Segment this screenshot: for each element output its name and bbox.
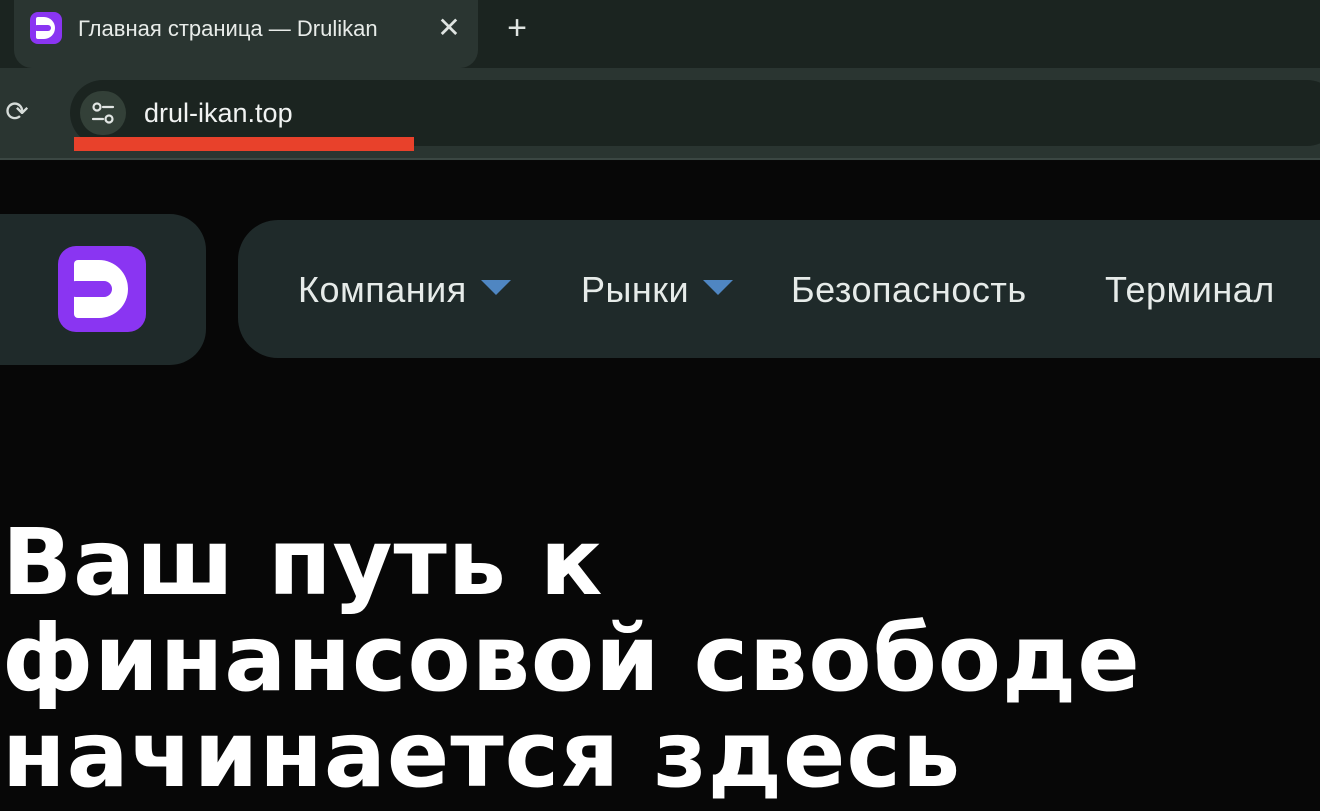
caret-down-icon bbox=[480, 280, 511, 295]
web-page: Компания Рынки Безопасность Терминал Ваш… bbox=[0, 161, 1320, 811]
new-tab-button[interactable]: + bbox=[498, 10, 536, 48]
browser-tab[interactable]: Главная страница — Drulikan ✕ bbox=[14, 0, 478, 68]
caret-down-icon bbox=[703, 280, 734, 295]
nav-item-security[interactable]: Безопасность bbox=[791, 268, 1027, 312]
reload-icon[interactable]: ⟳ bbox=[2, 97, 32, 127]
tune-icon bbox=[91, 102, 115, 124]
nav-item-label: Компания bbox=[298, 269, 467, 310]
hero-line: финансовой свободе bbox=[2, 605, 1141, 712]
hero-line: начинается здесь bbox=[2, 701, 962, 808]
hero-heading: Ваш путь к финансовой свободе начинается… bbox=[2, 515, 1320, 803]
nav-item-label: Безопасность bbox=[791, 269, 1027, 310]
drulikan-favicon-icon bbox=[30, 12, 62, 44]
drulikan-logo-icon bbox=[58, 246, 146, 332]
hero-line: Ваш путь к bbox=[2, 509, 604, 616]
nav-item-label: Рынки bbox=[581, 269, 690, 310]
nav-item-company[interactable]: Компания bbox=[298, 268, 511, 312]
nav-item-markets[interactable]: Рынки bbox=[581, 268, 734, 312]
main-nav: Компания Рынки Безопасность Терминал bbox=[238, 220, 1320, 358]
tab-title: Главная страница — Drulikan bbox=[78, 16, 378, 41]
url-text[interactable]: drul-ikan.top bbox=[144, 97, 293, 129]
tab-close-icon[interactable]: ✕ bbox=[432, 11, 466, 45]
site-info-button[interactable] bbox=[80, 91, 126, 135]
logo-container[interactable] bbox=[0, 214, 206, 365]
url-highlight-underline bbox=[74, 137, 414, 151]
nav-item-label: Терминал bbox=[1105, 269, 1275, 310]
nav-item-terminal[interactable]: Терминал bbox=[1105, 268, 1275, 312]
tab-strip: Главная страница — Drulikan ✕ + bbox=[0, 0, 1320, 68]
